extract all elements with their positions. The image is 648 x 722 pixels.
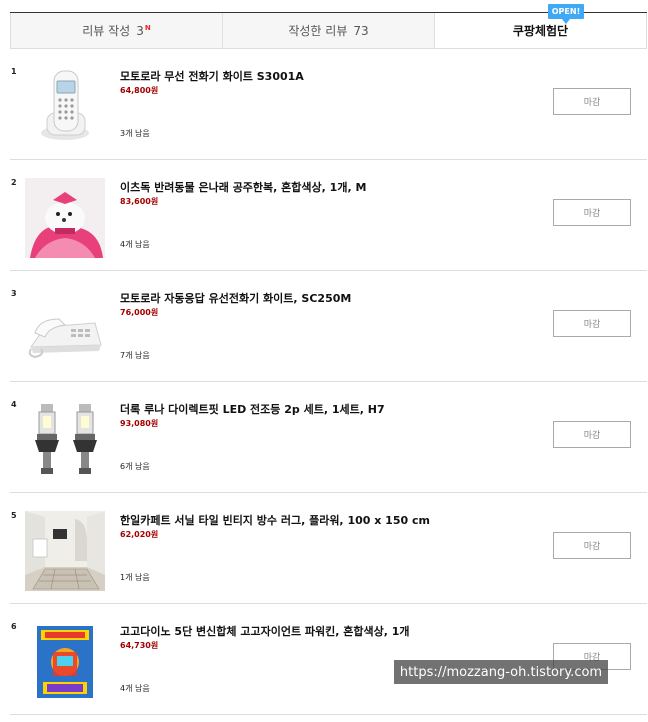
tab-written-reviews-count: 73 xyxy=(353,23,369,38)
watermark: https://mozzang-oh.tistory.com xyxy=(394,660,608,684)
tab-write-review-label: 리뷰 작성 xyxy=(82,24,131,38)
closed-button[interactable]: 마감 xyxy=(553,199,631,226)
item-remaining: 1개 남음 xyxy=(120,573,150,582)
list-item: 5 한일카페트 서닐 타일 빈티지 방수 러그, 플라워, 100 x 150 … xyxy=(10,493,647,604)
item-rank: 5 xyxy=(11,511,17,520)
product-list: 1 모토로라 무선 전화기 화이트 S3001A 64,800원 3개 남음 마… xyxy=(10,49,647,715)
item-title[interactable]: 더록 루나 다이렉트핏 LED 전조등 2p 세트, 1세트, H7 xyxy=(120,401,385,417)
item-rank: 2 xyxy=(11,178,17,187)
item-remaining: 6개 남음 xyxy=(120,462,150,471)
pet-hanbok-image xyxy=(25,178,105,258)
item-rank: 1 xyxy=(11,67,17,76)
new-badge: N xyxy=(144,23,151,32)
item-price: 64,730원 xyxy=(120,641,159,650)
tab-written-reviews[interactable]: 작성한 리뷰 73 xyxy=(222,13,434,48)
list-item: 2 이츠독 반려동물 은나래 공주한복, 혼합색상, 1개, M 83,600원… xyxy=(10,160,647,271)
item-remaining: 3개 남음 xyxy=(120,129,150,138)
item-rank: 6 xyxy=(11,622,17,631)
corded-phone-image xyxy=(28,318,102,359)
rug-room-image xyxy=(25,511,105,591)
item-remaining: 7개 남음 xyxy=(120,351,150,360)
item-price: 76,000원 xyxy=(120,308,159,317)
item-price: 64,800원 xyxy=(120,86,159,95)
item-price: 93,080원 xyxy=(120,419,159,428)
list-item: 1 모토로라 무선 전화기 화이트 S3001A 64,800원 3개 남음 마… xyxy=(10,49,647,160)
closed-button[interactable]: 마감 xyxy=(553,421,631,448)
closed-button[interactable]: 마감 xyxy=(553,310,631,337)
item-title[interactable]: 모토로라 무선 전화기 화이트 S3001A xyxy=(120,68,304,84)
tab-written-reviews-label: 작성한 리뷰 xyxy=(288,24,348,38)
cordless-phone-image xyxy=(41,70,89,140)
tab-coupang-experience[interactable]: 쿠팡체험단 xyxy=(434,13,647,48)
toy-box-image xyxy=(37,626,93,698)
item-price: 83,600원 xyxy=(120,197,159,206)
item-title[interactable]: 한일카페트 서닐 타일 빈티지 방수 러그, 플라워, 100 x 150 cm xyxy=(120,512,430,528)
list-item: 4 더록 루나 다이렉트핏 LED 전조등 2p 세트, 1세트, H7 93,… xyxy=(10,382,647,493)
item-title[interactable]: 모토로라 자동응답 유선전화기 화이트, SC250M xyxy=(120,290,351,306)
item-rank: 3 xyxy=(11,289,17,298)
list-item: 3 모토로라 자동응답 유선전화기 화이트, SC250M 76,000원 7개… xyxy=(10,271,647,382)
item-rank: 4 xyxy=(11,400,17,409)
tab-write-review-count: 3 xyxy=(136,23,144,38)
tab-write-review[interactable]: 리뷰 작성 3 N xyxy=(10,13,222,48)
closed-button[interactable]: 마감 xyxy=(553,88,631,115)
closed-button[interactable]: 마감 xyxy=(553,532,631,559)
item-title[interactable]: 고고다이노 5단 변신합체 고고자이언트 파워킨, 혼합색상, 1개 xyxy=(120,623,410,639)
led-bulb-image xyxy=(35,404,97,474)
item-remaining: 4개 남음 xyxy=(120,684,150,693)
tab-coupang-experience-label: 쿠팡체험단 xyxy=(512,24,569,38)
item-title[interactable]: 이츠독 반려동물 은나래 공주한복, 혼합색상, 1개, M xyxy=(120,179,366,195)
open-badge: OPEN! xyxy=(548,4,584,24)
item-remaining: 4개 남음 xyxy=(120,240,150,249)
item-price: 62,020원 xyxy=(120,530,159,539)
